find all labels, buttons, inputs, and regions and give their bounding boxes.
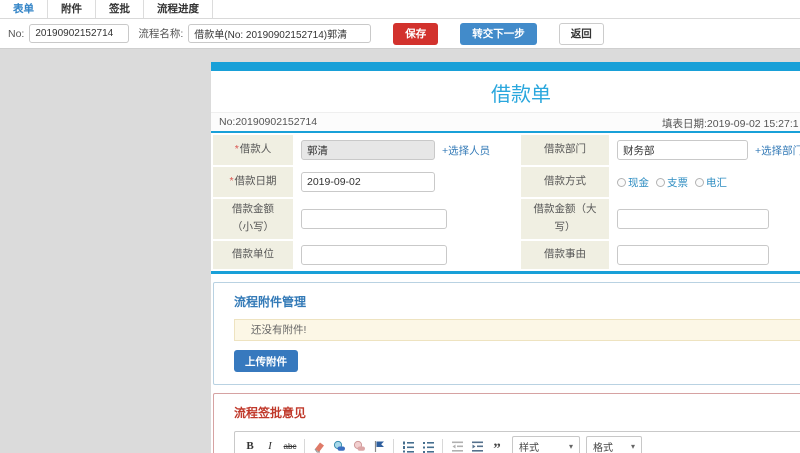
remove-format-icon[interactable] bbox=[310, 437, 328, 453]
chevron-down-icon: ▾ bbox=[568, 441, 573, 451]
tab-bar: 表单 附件 签批 流程进度 bbox=[0, 0, 800, 19]
form-row-1: *借款人 +选择人员 借款部门 +选择部门 bbox=[213, 135, 800, 165]
form-row-3: 借款金额（小写） 借款金额（大写） bbox=[213, 199, 800, 239]
select-person-link[interactable]: +选择人员 bbox=[442, 143, 490, 158]
italic-icon[interactable]: I bbox=[261, 437, 279, 453]
attachments-heading: 流程附件管理 bbox=[234, 295, 307, 309]
loan-method-label: 借款方式 bbox=[521, 167, 609, 197]
fill-date: 填表日期:2019-09-02 15:27:1 bbox=[662, 116, 799, 131]
radio-icon[interactable] bbox=[695, 177, 704, 187]
select-dept-link[interactable]: +选择部门 bbox=[755, 143, 800, 158]
amount-upper-label: 借款金额（大写） bbox=[521, 199, 609, 239]
required-mark: * bbox=[234, 143, 239, 156]
numbered-list-icon[interactable] bbox=[399, 437, 417, 453]
no-label: No: bbox=[8, 27, 25, 40]
amount-lower-input[interactable] bbox=[301, 209, 447, 229]
doc-number: No:20190902152714 bbox=[219, 116, 318, 128]
tab-form[interactable]: 表单 bbox=[0, 0, 48, 18]
dept-input[interactable] bbox=[617, 140, 748, 160]
anchor-flag-icon[interactable] bbox=[370, 437, 388, 453]
toolbar-separator bbox=[304, 439, 305, 453]
strikethrough-icon[interactable]: abc bbox=[281, 437, 299, 453]
loan-method-radios: 现金 支票 电汇 bbox=[617, 175, 727, 190]
upload-attachment-button[interactable]: 上传附件 bbox=[234, 350, 298, 372]
tab-attachments[interactable]: 附件 bbox=[48, 0, 96, 18]
forward-next-step-button[interactable]: 转交下一步 bbox=[460, 22, 537, 45]
radio-icon[interactable] bbox=[617, 177, 626, 187]
borrower-input[interactable] bbox=[301, 140, 435, 160]
toolbar-separator bbox=[442, 439, 443, 453]
radio-cash[interactable]: 现金 bbox=[617, 175, 649, 190]
bulleted-list-icon[interactable] bbox=[419, 437, 437, 453]
back-button[interactable]: 返回 bbox=[558, 22, 604, 45]
approval-section: 流程签批意见 B I abc ” 样式 ▾ 格式 ▾ bbox=[213, 393, 800, 453]
toolbar-separator bbox=[393, 439, 394, 453]
fill-date-value: 2019-09-02 15:27:1 bbox=[706, 118, 799, 130]
bold-icon[interactable]: B bbox=[241, 437, 259, 453]
screen: 表单 附件 签批 流程进度 No: 流程名称: 保存 转交下一步 返回 借款单 … bbox=[0, 0, 800, 453]
fill-date-label: 填表日期: bbox=[662, 118, 707, 130]
dept-label: 借款部门 bbox=[521, 135, 609, 165]
loan-unit-label: 借款单位 bbox=[213, 241, 293, 269]
loan-form-panel: 借款单 No:20190902152714 填表日期:2019-09-02 15… bbox=[211, 62, 800, 453]
link-icon[interactable] bbox=[330, 437, 348, 453]
loan-date-label: *借款日期 bbox=[213, 167, 293, 197]
loan-reason-input[interactable] bbox=[617, 245, 769, 265]
editor-toolbar: B I abc ” 样式 ▾ 格式 ▾ bbox=[235, 432, 800, 453]
approval-heading: 流程签批意见 bbox=[234, 406, 307, 420]
styles-dropdown[interactable]: 样式 ▾ bbox=[512, 436, 580, 453]
no-attachments-alert: 还没有附件! bbox=[234, 319, 800, 341]
tab-progress[interactable]: 流程进度 bbox=[144, 0, 213, 18]
form-row-2: *借款日期 借款方式 现金 支票 bbox=[213, 167, 800, 197]
panel-top-bar bbox=[211, 62, 800, 71]
save-button[interactable]: 保存 bbox=[393, 22, 439, 45]
no-input[interactable] bbox=[29, 24, 130, 43]
blockquote-icon[interactable]: ” bbox=[488, 437, 506, 453]
meta-row: No:20190902152714 填表日期:2019-09-02 15:27:… bbox=[211, 112, 800, 131]
unlink-icon[interactable] bbox=[350, 437, 368, 453]
attachments-section: 流程附件管理 还没有附件! 上传附件 bbox=[213, 282, 800, 385]
page-title: 借款单 bbox=[491, 84, 551, 106]
amount-lower-label: 借款金额（小写） bbox=[213, 199, 293, 239]
borrower-label: *借款人 bbox=[213, 135, 293, 165]
command-bar: No: 流程名称: 保存 转交下一步 返回 bbox=[0, 19, 800, 49]
loan-unit-input[interactable] bbox=[301, 245, 447, 265]
indent-icon[interactable] bbox=[468, 437, 486, 453]
loan-reason-label: 借款事由 bbox=[521, 241, 609, 269]
form-row-4: 借款单位 借款事由 bbox=[213, 241, 800, 269]
outdent-icon[interactable] bbox=[448, 437, 466, 453]
radio-cheque[interactable]: 支票 bbox=[656, 175, 688, 190]
amount-upper-input[interactable] bbox=[617, 209, 769, 229]
chevron-down-icon: ▾ bbox=[630, 441, 635, 451]
divider bbox=[211, 271, 800, 274]
radio-wire-transfer[interactable]: 电汇 bbox=[695, 175, 727, 190]
process-name-input[interactable] bbox=[188, 24, 372, 43]
rich-text-editor: B I abc ” 样式 ▾ 格式 ▾ bbox=[234, 431, 800, 453]
process-name-label: 流程名称: bbox=[138, 28, 184, 40]
required-mark: * bbox=[229, 175, 234, 188]
loan-date-input[interactable] bbox=[301, 172, 435, 192]
loan-form: *借款人 +选择人员 借款部门 +选择部门 *借款日期 bbox=[211, 133, 800, 271]
radio-icon[interactable] bbox=[656, 177, 665, 187]
format-dropdown[interactable]: 格式 ▾ bbox=[586, 436, 642, 453]
tab-approvals[interactable]: 签批 bbox=[96, 0, 144, 18]
